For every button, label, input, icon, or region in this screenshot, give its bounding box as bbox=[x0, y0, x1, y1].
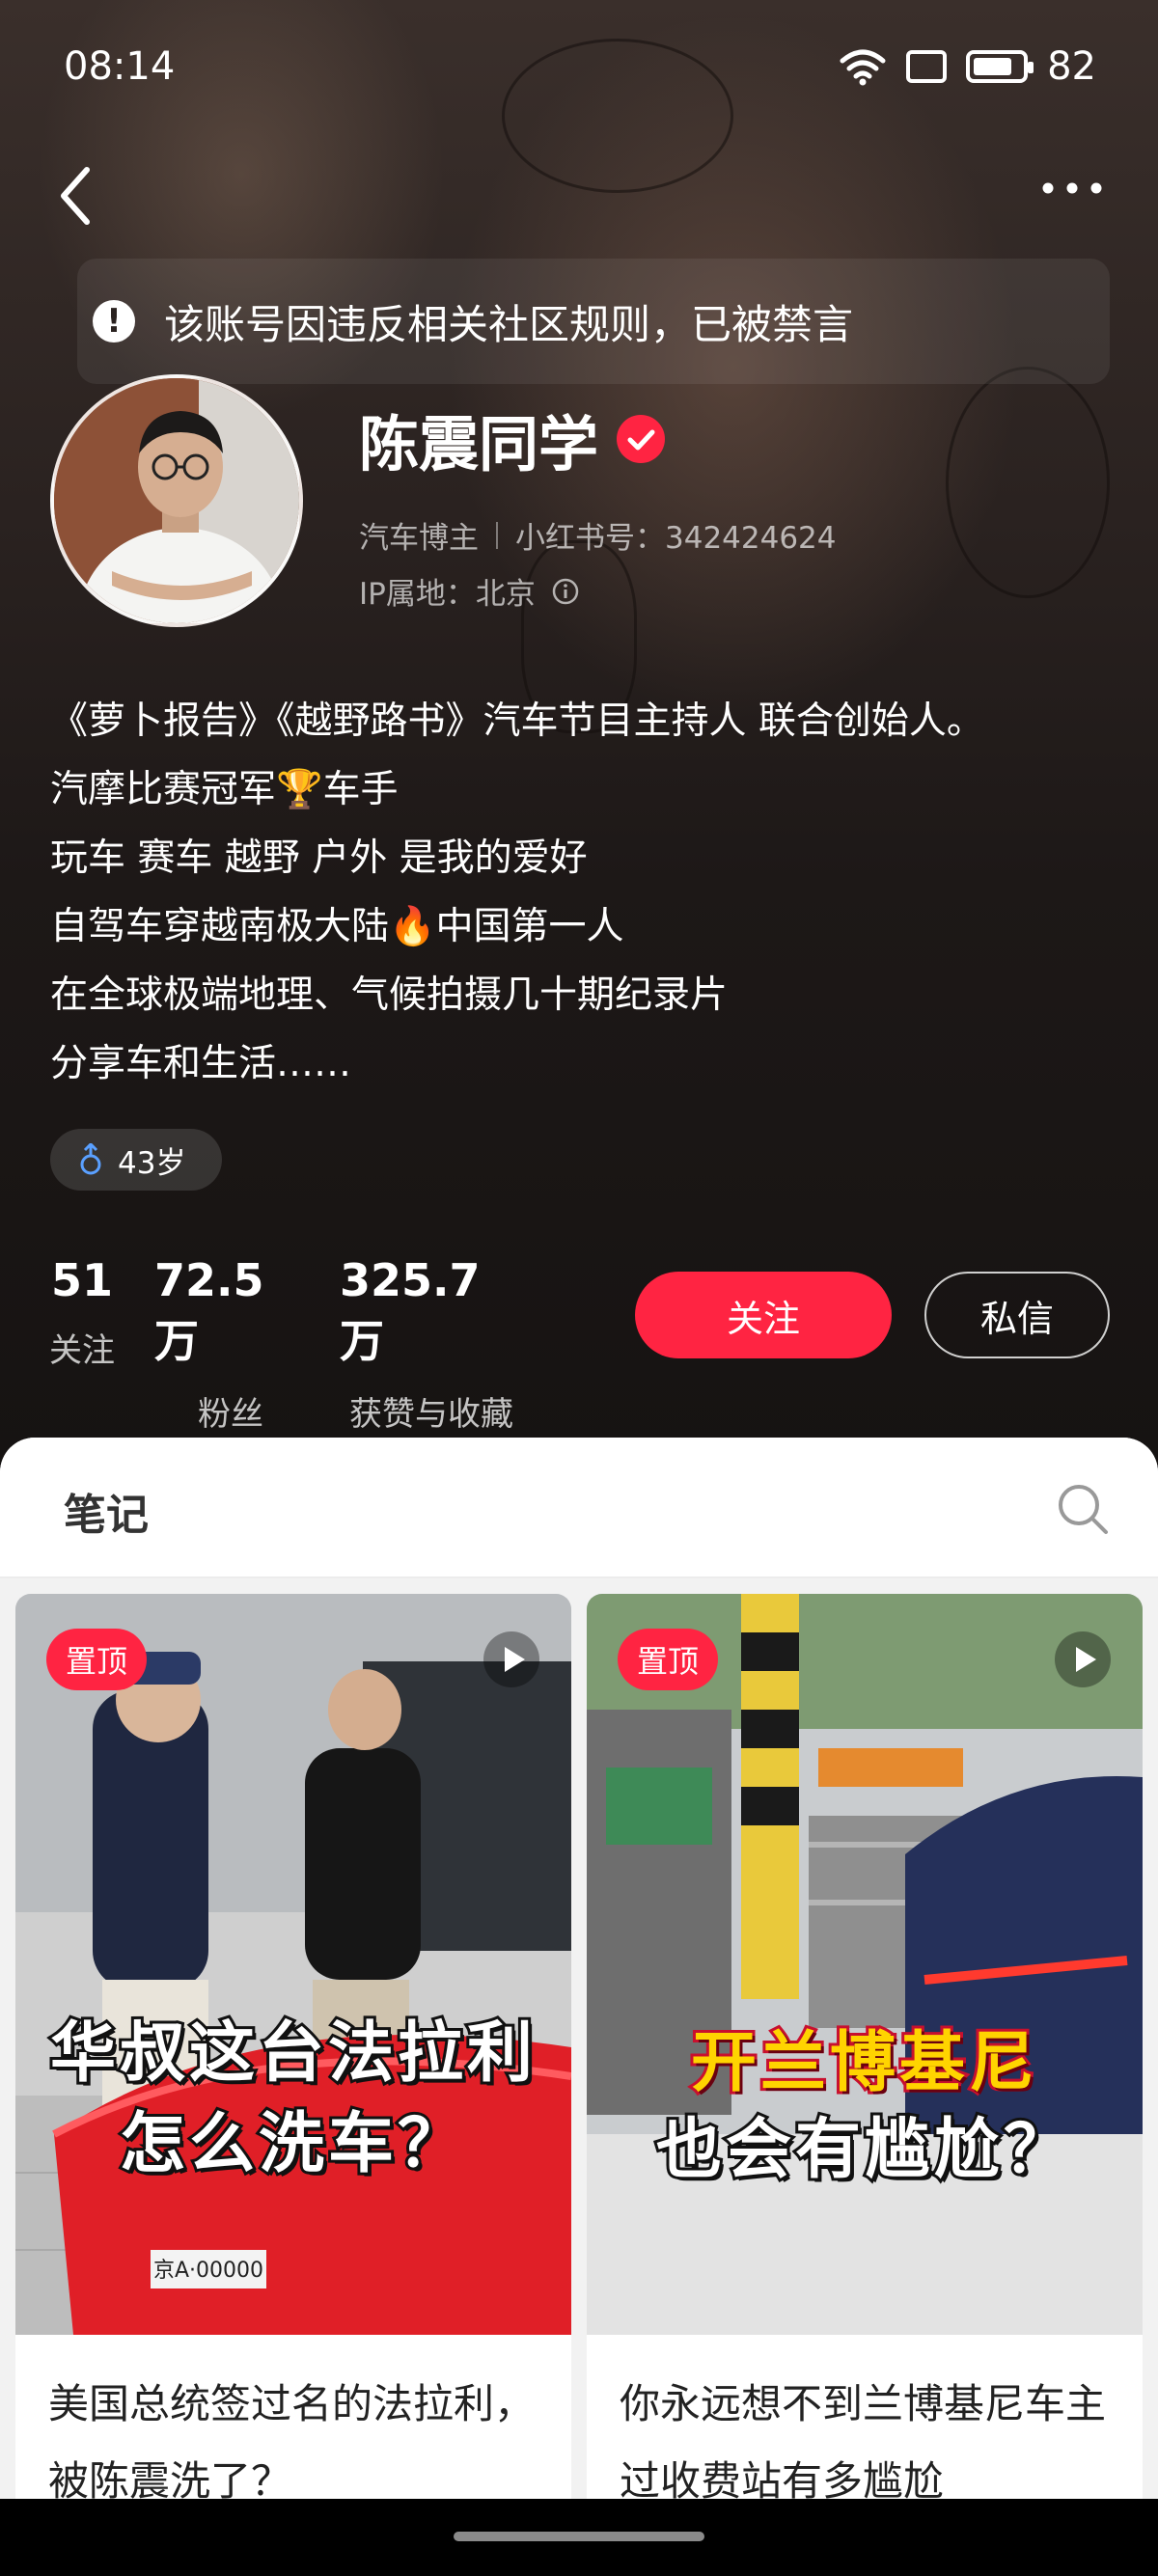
banned-notice-text: 该账号因违反相关社区规则，已被禁言 bbox=[164, 300, 854, 348]
pinned-badge: 置顶 bbox=[618, 1629, 719, 1690]
age-tag: 43岁 bbox=[50, 1129, 223, 1191]
age-text: 43岁 bbox=[118, 1145, 186, 1181]
male-gender-icon bbox=[80, 1143, 101, 1175]
account-banned-notice: ! 该账号因违反相关社区规则，已被禁言 bbox=[77, 259, 1110, 384]
wifi-icon bbox=[840, 49, 886, 86]
info-icon[interactable] bbox=[551, 577, 580, 606]
home-indicator[interactable] bbox=[454, 2532, 704, 2541]
following-count: 51 bbox=[50, 1254, 113, 1306]
note-cover-image[interactable]: 京A·00000 置顶 华叔这台法拉利 怎么洗车？ bbox=[15, 1594, 571, 2335]
bio-line: 分享车和生活…… bbox=[50, 1042, 352, 1085]
ip-location: IP属地：北京 bbox=[359, 569, 580, 613]
bio-line: 在全球极端地理、气候拍摄几十期纪录片 bbox=[50, 973, 729, 1017]
follow-button[interactable]: 关注 bbox=[635, 1272, 892, 1358]
note-card[interactable]: 置顶 开兰博基尼 也会有尴尬？ 你永远想不到兰博基尼车主过收费站有多尴尬 bbox=[587, 1594, 1143, 2528]
cover-overlay-text: 怎么洗车？ bbox=[117, 2103, 467, 2185]
back-arrow-icon[interactable] bbox=[52, 162, 100, 230]
avatar-portrait bbox=[54, 378, 299, 623]
note-card[interactable]: 京A·00000 置顶 华叔这台法拉利 怎么洗车？ 美国总统签过名的法拉利，被陈… bbox=[15, 1594, 571, 2528]
bio-line: 玩车 赛车 越野 户外 是我的爱好 bbox=[50, 836, 588, 880]
ip-location-text: IP属地：北京 bbox=[359, 577, 536, 612]
note-title[interactable]: 美国总统签过名的法拉利，被陈震洗了？ bbox=[48, 2366, 550, 2520]
battery-icon bbox=[966, 50, 1034, 83]
more-options-icon[interactable] bbox=[1038, 164, 1106, 212]
avatar[interactable] bbox=[50, 374, 303, 627]
status-time: 08:14 bbox=[64, 44, 176, 89]
battery-level: 82 bbox=[1047, 44, 1096, 89]
pinned-badge: 置顶 bbox=[46, 1629, 148, 1690]
profile-bio: 《萝卜报告》《越野路书》汽车节目主持人 联合创始人。 汽摩比赛冠军🏆车手 玩车 … bbox=[50, 687, 984, 1098]
profile-name: 陈震同学 bbox=[359, 396, 666, 482]
screen-cast-icon bbox=[906, 50, 948, 83]
profile-name-text: 陈震同学 bbox=[359, 409, 599, 480]
followers-count: 72.5万 bbox=[154, 1254, 264, 1367]
warning-icon: ! bbox=[93, 300, 135, 343]
status-bar: 08:14 82 bbox=[0, 0, 1158, 135]
stat-following[interactable]: 51 关注 bbox=[39, 1254, 125, 1371]
tab-notes[interactable]: 笔记 bbox=[64, 1480, 149, 1542]
bio-line: 汽摩比赛冠军🏆车手 bbox=[50, 768, 399, 811]
divider bbox=[496, 521, 498, 549]
note-cover-illustration: 京A·00000 bbox=[15, 1594, 571, 2335]
note-title[interactable]: 你永远想不到兰博基尼车主过收费站有多尴尬 bbox=[620, 2366, 1121, 2520]
cover-overlay-text: 也会有尴尬？ bbox=[653, 2109, 1073, 2191]
note-cover-illustration bbox=[587, 1594, 1143, 2335]
profile-header-background: 08:14 82 ! 该账号因违反相关社区规则，已被禁言 陈震同学 汽车博主 小… bbox=[0, 0, 1158, 1466]
cover-overlay-text: 华叔这台法拉利 bbox=[47, 2013, 537, 2095]
profile-category: 汽车博主 bbox=[359, 521, 479, 556]
notes-panel: 笔记 京A·00000 置顶 华叔这台法拉利 怎么洗车？ 美国总统签过名的法拉利… bbox=[0, 1438, 1158, 2528]
message-button[interactable]: 私信 bbox=[924, 1272, 1110, 1358]
likes-count: 325.7万 bbox=[340, 1254, 481, 1367]
background-tattoo-decoration bbox=[946, 367, 1110, 598]
account-id[interactable]: 小红书号：342424624 bbox=[515, 513, 837, 557]
license-plate: 京A·00000 bbox=[153, 2259, 263, 2283]
bio-line: 自驾车穿越南极大陆🔥中国第一人 bbox=[50, 905, 624, 948]
note-cover-image[interactable]: 置顶 开兰博基尼 也会有尴尬？ bbox=[587, 1594, 1143, 2335]
bio-line: 《萝卜报告》《越野路书》汽车节目主持人 联合创始人。 bbox=[50, 699, 984, 743]
video-play-icon bbox=[1055, 1631, 1111, 1687]
status-icons: 82 bbox=[839, 44, 1096, 89]
likes-label: 获赞与收藏 bbox=[349, 1395, 513, 1434]
followers-label: 粉丝 bbox=[198, 1395, 263, 1434]
cover-overlay-text: 开兰博基尼 bbox=[688, 2022, 1038, 2104]
stat-followers[interactable]: 72.5万 粉丝 bbox=[154, 1254, 307, 1435]
verified-badge-icon bbox=[617, 415, 666, 463]
tab-bar: 笔记 bbox=[0, 1438, 1158, 1578]
profile-meta: 汽车博主 小红书号：342424624 bbox=[359, 513, 837, 557]
video-play-icon bbox=[483, 1631, 539, 1687]
search-icon[interactable] bbox=[1056, 1482, 1110, 1536]
stat-likes[interactable]: 325.7万 获赞与收藏 bbox=[340, 1254, 523, 1435]
following-label: 关注 bbox=[49, 1331, 115, 1370]
